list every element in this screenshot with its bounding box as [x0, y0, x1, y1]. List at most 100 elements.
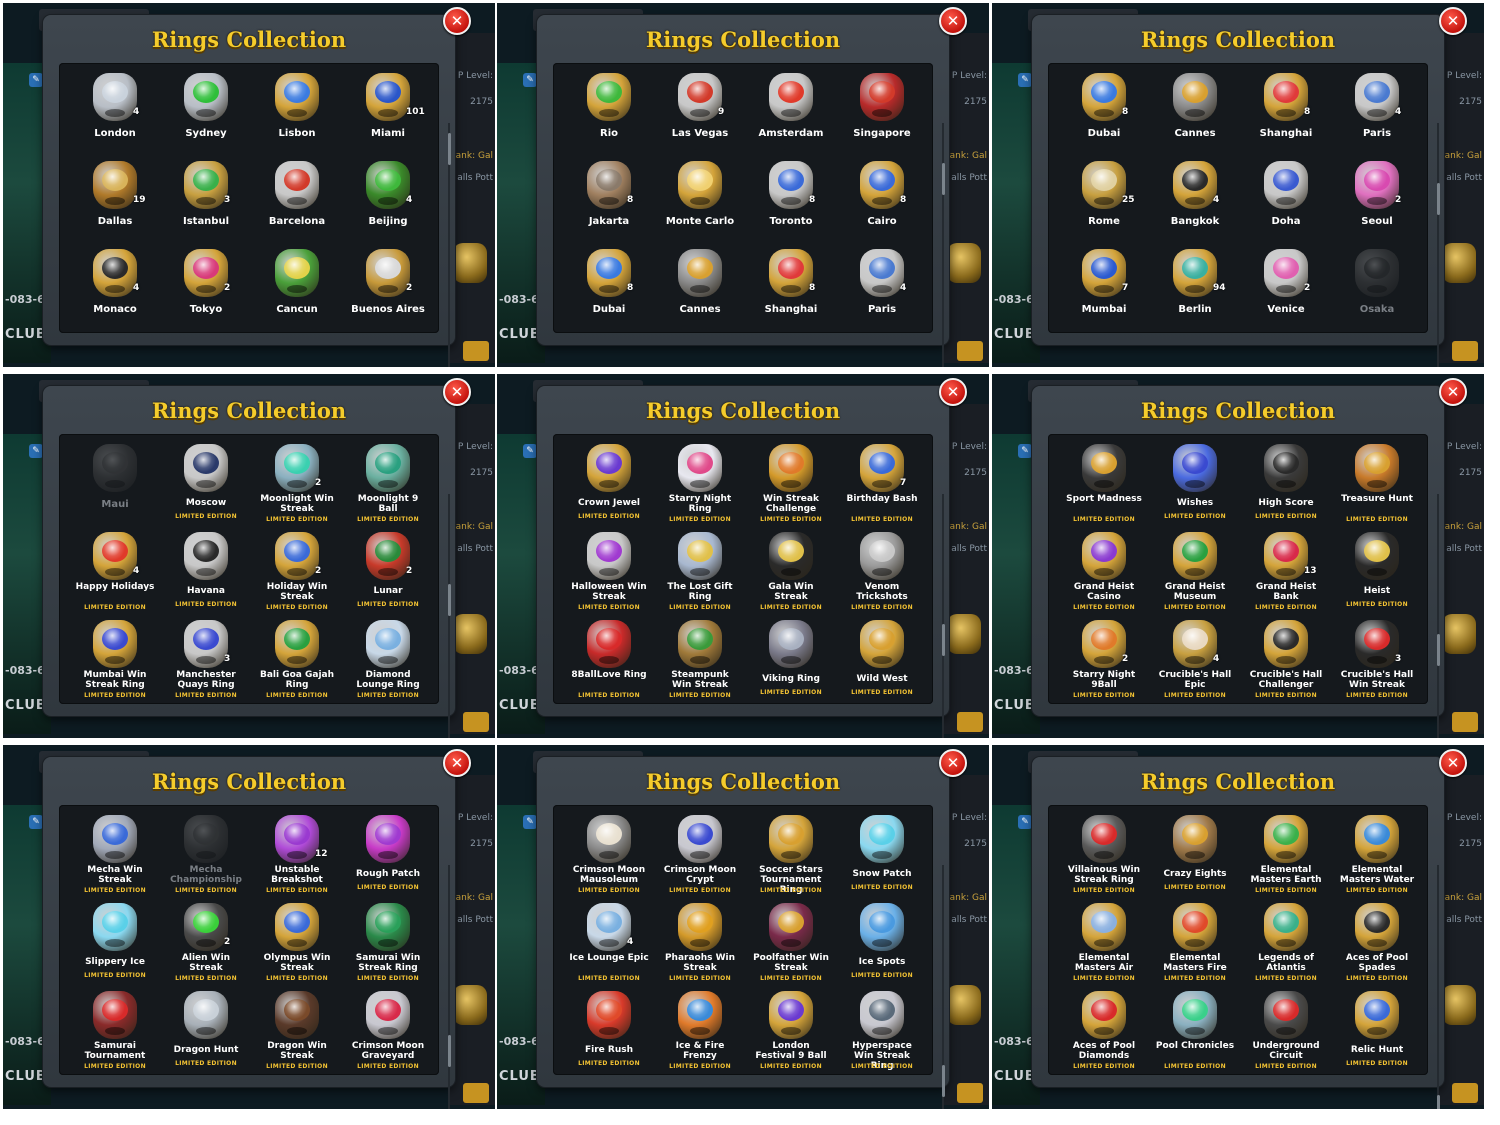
ring-item[interactable]: Diamond Lounge Ring LIMITED EDITION — [342, 616, 434, 704]
ring-item[interactable]: 101 Miami — [342, 69, 434, 157]
ring-item[interactable]: Crazy Eights LIMITED EDITION — [1149, 811, 1241, 899]
ring-item[interactable]: 4 Bangkok — [1149, 157, 1241, 245]
ring-item[interactable]: Rough Patch LIMITED EDITION — [342, 811, 434, 899]
ring-item[interactable]: 2 Tokyo — [160, 245, 252, 333]
ring-item[interactable]: Relic Hunt LIMITED EDITION — [1331, 987, 1423, 1075]
ring-item[interactable]: Crown Jewel LIMITED EDITION — [563, 440, 655, 528]
scrollbar-thumb[interactable] — [1437, 1095, 1440, 1109]
ring-item[interactable]: Legends of Atlantis LIMITED EDITION — [1240, 899, 1332, 987]
ring-item[interactable]: 7 Mumbai — [1058, 245, 1150, 333]
close-button[interactable]: ✕ — [1439, 7, 1467, 35]
ring-item[interactable]: London Festival 9 Ball LIMITED EDITION — [745, 987, 837, 1075]
ring-item[interactable]: 4 Happy Holidays LIMITED EDITION — [69, 528, 161, 616]
close-button[interactable]: ✕ — [939, 7, 967, 35]
ring-item[interactable]: Slippery Ice LIMITED EDITION — [69, 899, 161, 987]
ring-item[interactable]: 2 Buenos Aires — [342, 245, 434, 333]
ring-item[interactable]: 3 Crucible's Hall Win Streak LIMITED EDITI… — [1331, 616, 1423, 704]
ring-item[interactable]: Dragon Win Streak LIMITED EDITION — [251, 987, 343, 1075]
ring-item[interactable]: Crimson Moon Graveyard LIMITED EDITION — [342, 987, 434, 1075]
close-button[interactable]: ✕ — [443, 749, 471, 777]
ring-item[interactable]: High Score LIMITED EDITION — [1240, 440, 1332, 528]
scrollbar-thumb[interactable] — [448, 584, 451, 616]
edit-pencil-icon[interactable]: ✎ — [523, 73, 537, 87]
ring-item[interactable]: 2 Seoul — [1331, 157, 1423, 245]
ring-item[interactable]: 4 Monaco — [69, 245, 161, 333]
ring-item[interactable]: Cannes — [1149, 69, 1241, 157]
ring-item[interactable]: 4 London — [69, 69, 161, 157]
edit-pencil-icon[interactable]: ✎ — [29, 815, 43, 829]
ring-item[interactable]: Monte Carlo — [654, 157, 746, 245]
scrollbar-track[interactable] — [1437, 123, 1439, 367]
ring-item[interactable]: Singapore — [836, 69, 928, 157]
edit-pencil-icon[interactable]: ✎ — [523, 444, 537, 458]
ring-item[interactable]: Win Streak Challenge LIMITED EDITION — [745, 440, 837, 528]
ring-item[interactable]: Doha — [1240, 157, 1332, 245]
ring-item[interactable]: 13 Grand Heist Bank LIMITED EDITION — [1240, 528, 1332, 616]
ring-item[interactable]: Lisbon — [251, 69, 343, 157]
ring-item[interactable]: Hyperspace Win Streak Ring LIMITED EDITIO… — [836, 987, 928, 1075]
ring-item[interactable]: Ice Spots LIMITED EDITION — [836, 899, 928, 987]
ring-item[interactable]: Underground Circuit LIMITED EDITION — [1240, 987, 1332, 1075]
ring-item[interactable]: Cancun — [251, 245, 343, 333]
ring-item[interactable]: 8 Dubai — [1058, 69, 1150, 157]
ring-item[interactable]: 4 Paris — [836, 245, 928, 333]
ring-item[interactable]: 4 Crucible's Hall Epic LIMITED EDITION — [1149, 616, 1241, 704]
ring-item[interactable]: Mecha Win Streak LIMITED EDITION — [69, 811, 161, 899]
close-button[interactable]: ✕ — [1439, 378, 1467, 406]
ring-item[interactable]: Treasure Hunt LIMITED EDITION — [1331, 440, 1423, 528]
ring-item[interactable]: Moscow LIMITED EDITION — [160, 440, 252, 528]
ring-item[interactable]: 8 Shanghai — [745, 245, 837, 333]
edit-pencil-icon[interactable]: ✎ — [523, 815, 537, 829]
scrollbar-track[interactable] — [942, 494, 944, 738]
scrollbar-thumb[interactable] — [448, 133, 451, 165]
ring-item[interactable]: Snow Patch LIMITED EDITION — [836, 811, 928, 899]
ring-item[interactable]: 2 Moonlight Win Streak LIMITED EDITION — [251, 440, 343, 528]
ring-item[interactable]: Elemental Masters Fire LIMITED EDITION — [1149, 899, 1241, 987]
ring-item[interactable]: Crucible's Hall Challenger LIMITED EDITIO… — [1240, 616, 1332, 704]
ring-item[interactable]: 94 Berlin — [1149, 245, 1241, 333]
ring-item[interactable]: Gala Win Streak LIMITED EDITION — [745, 528, 837, 616]
ring-item[interactable]: 4 Beijing — [342, 157, 434, 245]
ring-item[interactable]: 8 Cairo — [836, 157, 928, 245]
ring-item[interactable]: 9 Las Vegas — [654, 69, 746, 157]
ring-item[interactable]: Samurai Tournament LIMITED EDITION — [69, 987, 161, 1075]
ring-item[interactable]: Pool Chronicles LIMITED EDITION — [1149, 987, 1241, 1075]
ring-item[interactable]: Aces of Pool Spades LIMITED EDITION — [1331, 899, 1423, 987]
ring-item[interactable]: Barcelona — [251, 157, 343, 245]
ring-item[interactable]: Elemental Masters Earth LIMITED EDITION — [1240, 811, 1332, 899]
scrollbar-track[interactable] — [942, 123, 944, 367]
edit-pencil-icon[interactable]: ✎ — [29, 73, 43, 87]
ring-item[interactable]: Dragon Hunt LIMITED EDITION — [160, 987, 252, 1075]
ring-item[interactable]: Mumbai Win Streak Ring LIMITED EDITION — [69, 616, 161, 704]
ring-item[interactable]: Moonlight 9 Ball LIMITED EDITION — [342, 440, 434, 528]
scrollbar-thumb[interactable] — [942, 163, 945, 195]
ring-item[interactable]: Fire Rush LIMITED EDITION — [563, 987, 655, 1075]
ring-item[interactable]: Wild West LIMITED EDITION — [836, 616, 928, 704]
ring-item[interactable]: Crimson Moon Crypt LIMITED EDITION — [654, 811, 746, 899]
ring-item[interactable]: The Lost Gift Ring LIMITED EDITION — [654, 528, 746, 616]
ring-item[interactable]: Amsterdam — [745, 69, 837, 157]
ring-item[interactable]: 8 Toronto — [745, 157, 837, 245]
ring-item[interactable]: 2 Holiday Win Streak LIMITED EDITION — [251, 528, 343, 616]
ring-item[interactable]: Cannes — [654, 245, 746, 333]
ring-item[interactable]: 4 Paris — [1331, 69, 1423, 157]
scrollbar-thumb[interactable] — [448, 1035, 451, 1067]
ring-item[interactable]: Osaka — [1331, 245, 1423, 333]
ring-item[interactable]: 8 Shanghai — [1240, 69, 1332, 157]
ring-item[interactable]: Venom Trickshots LIMITED EDITION — [836, 528, 928, 616]
ring-item[interactable]: Poolfather Win Streak LIMITED EDITION — [745, 899, 837, 987]
ring-item[interactable]: 2 Starry Night 9Ball LIMITED EDITION — [1058, 616, 1150, 704]
scrollbar-track[interactable] — [448, 494, 450, 738]
scrollbar-thumb[interactable] — [942, 624, 945, 656]
ring-item[interactable]: 8 Jakarta — [563, 157, 655, 245]
edit-pencil-icon[interactable]: ✎ — [1018, 73, 1032, 87]
edit-pencil-icon[interactable]: ✎ — [1018, 444, 1032, 458]
ring-item[interactable]: Maui — [69, 440, 161, 528]
ring-item[interactable]: 4 Ice Lounge Epic LIMITED EDITION — [563, 899, 655, 987]
ring-item[interactable]: Viking Ring LIMITED EDITION — [745, 616, 837, 704]
ring-item[interactable]: Heist LIMITED EDITION — [1331, 528, 1423, 616]
ring-item[interactable]: Elemental Masters Air LIMITED EDITION — [1058, 899, 1150, 987]
scrollbar-track[interactable] — [1437, 865, 1439, 1109]
ring-item[interactable]: Starry Night Ring LIMITED EDITION — [654, 440, 746, 528]
ring-item[interactable]: Havana LIMITED EDITION — [160, 528, 252, 616]
